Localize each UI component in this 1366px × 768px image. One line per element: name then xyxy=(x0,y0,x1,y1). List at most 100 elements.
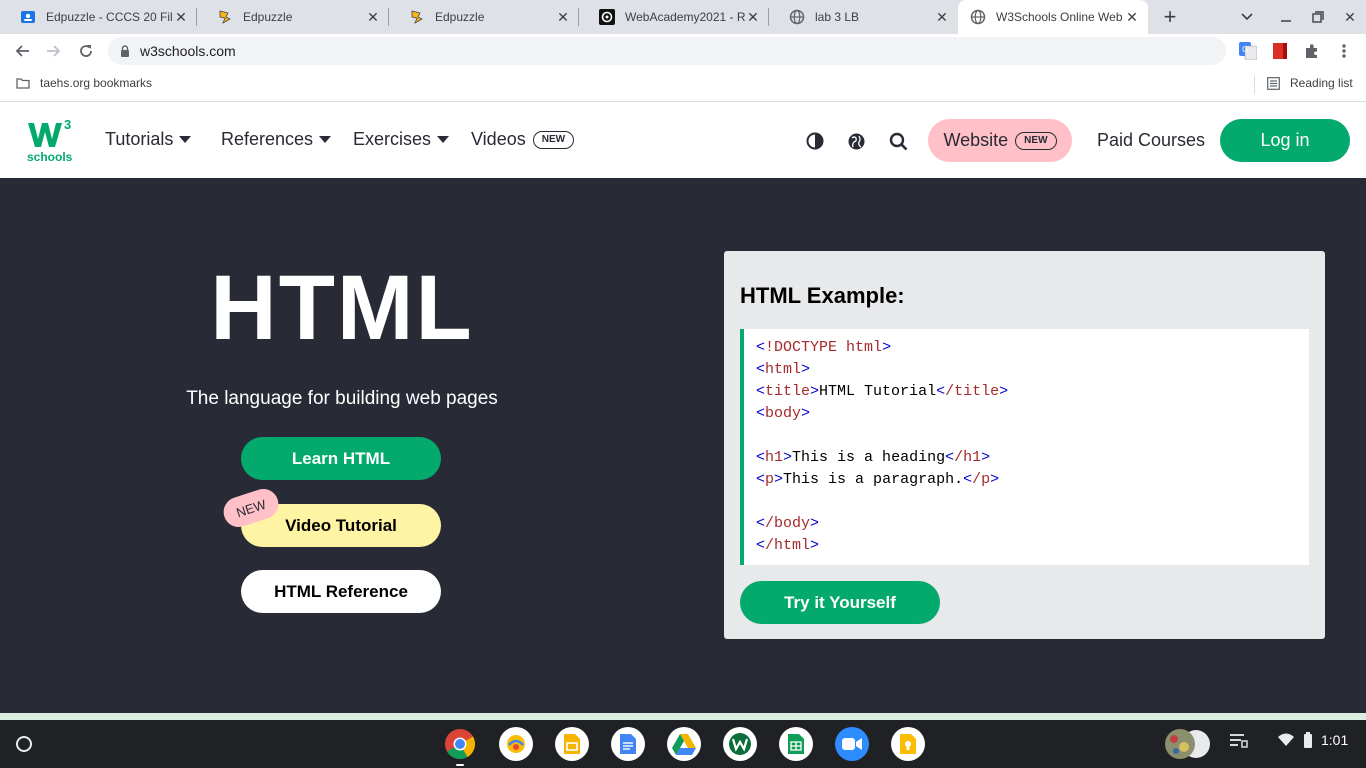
code-line: <!DOCTYPE html> xyxy=(756,339,892,356)
new-tab-button[interactable]: + xyxy=(1158,4,1182,29)
google-classroom-icon xyxy=(20,9,36,25)
tab-title: Edpuzzle - CCCS 20 Fil xyxy=(46,10,173,24)
login-button[interactable]: Log in xyxy=(1220,119,1350,162)
back-icon[interactable] xyxy=(9,38,35,64)
forward-icon[interactable] xyxy=(41,38,67,64)
new-badge: NEW xyxy=(1015,131,1057,150)
tab-title: lab 3 LB xyxy=(815,10,860,24)
section-divider xyxy=(0,713,1366,720)
bookmark-label: taehs.org bookmarks xyxy=(40,76,153,90)
contrast-toggle-icon[interactable] xyxy=(804,130,826,152)
os-shelf: 1:01 xyxy=(0,720,1366,768)
close-window-icon[interactable]: ✕ xyxy=(1339,6,1361,28)
site-navbar: 3 schools Tutorials References Exercises… xyxy=(0,103,1366,178)
reading-list-icon xyxy=(1267,76,1280,90)
zoom-icon[interactable] xyxy=(835,727,869,761)
google-translate-icon[interactable]: G xyxy=(1238,41,1258,61)
bookmark-extension-icon[interactable] xyxy=(1270,41,1290,61)
html-example-panel: HTML Example: <!DOCTYPE html> <html> <ti… xyxy=(724,251,1325,639)
nav-tutorials[interactable]: Tutorials xyxy=(105,129,192,150)
user-avatar-stack[interactable] xyxy=(1162,727,1212,761)
website-button[interactable]: Website NEW xyxy=(928,119,1072,162)
nav-references[interactable]: References xyxy=(221,129,332,150)
chrome-icon[interactable] xyxy=(443,727,477,761)
clock: 1:01 xyxy=(1321,732,1349,748)
webacademy-icon xyxy=(599,9,615,25)
launcher-icon[interactable] xyxy=(10,730,38,758)
logo-superscript: 3 xyxy=(64,117,72,132)
nav-videos[interactable]: Videos NEW xyxy=(471,129,575,150)
nav-exercises-label: Exercises xyxy=(353,129,432,149)
tab-lab3[interactable]: lab 3 LB ✕ xyxy=(769,0,958,34)
google-keep-icon[interactable] xyxy=(891,727,925,761)
reading-list-button[interactable]: Reading list xyxy=(1267,76,1353,90)
code-line: </html> xyxy=(756,537,820,554)
reload-icon[interactable] xyxy=(73,38,99,64)
globe-icon[interactable] xyxy=(845,130,867,152)
tab-w3schools[interactable]: W3Schools Online Web ✕ xyxy=(958,0,1148,34)
caret-down-icon xyxy=(437,136,450,143)
tab-title: W3Schools Online Web xyxy=(996,10,1123,24)
close-icon[interactable]: ✕ xyxy=(555,9,571,25)
google-docs-icon[interactable] xyxy=(611,727,645,761)
close-icon[interactable]: ✕ xyxy=(173,9,189,25)
code-line: <html> xyxy=(756,361,811,378)
code-line: </body> xyxy=(756,515,820,532)
hero-title: HTML xyxy=(210,257,474,359)
search-icon[interactable] xyxy=(887,130,909,152)
bookmark-folder-taehs[interactable]: taehs.org bookmarks xyxy=(16,76,152,90)
extensions-puzzle-icon[interactable] xyxy=(1302,41,1322,61)
close-icon[interactable]: ✕ xyxy=(934,9,950,25)
bookmarks-bar: taehs.org bookmarks Reading list xyxy=(0,68,1366,102)
caret-down-icon xyxy=(319,136,332,143)
close-icon[interactable]: ✕ xyxy=(745,9,761,25)
tab-search-icon[interactable] xyxy=(1236,6,1258,28)
app-icon[interactable] xyxy=(723,727,757,761)
active-app-indicator xyxy=(456,764,464,766)
google-drive-icon[interactable] xyxy=(667,727,701,761)
restore-icon[interactable] xyxy=(1307,6,1329,28)
folder-icon xyxy=(16,77,30,89)
url-text: w3schools.com xyxy=(140,43,236,59)
minimize-icon[interactable] xyxy=(1275,6,1297,28)
globe-icon xyxy=(970,9,986,25)
edpuzzle-icon xyxy=(217,9,233,25)
tab-strip: Edpuzzle - CCCS 20 Fil ✕ Edpuzzle ✕ Edpu… xyxy=(0,0,1366,34)
learn-html-button[interactable]: Learn HTML xyxy=(241,437,441,480)
svg-text:G: G xyxy=(1242,45,1248,54)
wifi-icon xyxy=(1277,733,1295,747)
lock-icon xyxy=(120,45,130,57)
new-badge: NEW xyxy=(532,130,575,149)
status-area[interactable]: 1:01 xyxy=(1277,732,1348,748)
tab-edpuzzle-2[interactable]: Edpuzzle ✕ xyxy=(389,0,579,34)
browser-toolbar: w3schools.com G xyxy=(0,34,1366,68)
website-label: Website xyxy=(943,130,1009,150)
google-sheets-icon[interactable] xyxy=(779,727,813,761)
tab-webacademy[interactable]: WebAcademy2021 - Re ✕ xyxy=(579,0,769,34)
close-icon[interactable]: ✕ xyxy=(1124,9,1140,25)
try-it-yourself-button[interactable]: Try it Yourself xyxy=(740,581,940,624)
tab-title: Edpuzzle xyxy=(243,10,293,24)
notification-icon[interactable] xyxy=(1228,732,1248,748)
more-menu-icon[interactable] xyxy=(1334,41,1354,61)
google-slides-icon[interactable] xyxy=(555,727,589,761)
code-line: <body> xyxy=(756,405,811,422)
address-bar[interactable]: w3schools.com xyxy=(108,37,1226,65)
w3schools-logo[interactable]: 3 schools xyxy=(26,117,76,165)
app-icon[interactable] xyxy=(499,727,533,761)
code-line: <title>HTML Tutorial</title> xyxy=(756,383,1009,400)
screen: Edpuzzle - CCCS 20 Fil ✕ Edpuzzle ✕ Edpu… xyxy=(0,0,1366,768)
tab-edpuzzle-1[interactable]: Edpuzzle ✕ xyxy=(197,0,389,34)
code-line: <p>This is a paragraph.</p> xyxy=(756,471,1000,488)
code-example: <!DOCTYPE html> <html> <title>HTML Tutor… xyxy=(740,329,1309,565)
html-reference-button[interactable]: HTML Reference xyxy=(241,570,441,613)
edpuzzle-icon xyxy=(409,9,425,25)
tab-edpuzzle-cccs[interactable]: Edpuzzle - CCCS 20 Fil ✕ xyxy=(0,0,197,34)
close-icon[interactable]: ✕ xyxy=(365,9,381,25)
nav-videos-label: Videos xyxy=(471,129,526,149)
nav-exercises[interactable]: Exercises xyxy=(353,129,450,150)
paid-courses-link[interactable]: Paid Courses xyxy=(1097,130,1205,151)
globe-icon xyxy=(789,9,805,25)
battery-icon xyxy=(1303,732,1313,748)
